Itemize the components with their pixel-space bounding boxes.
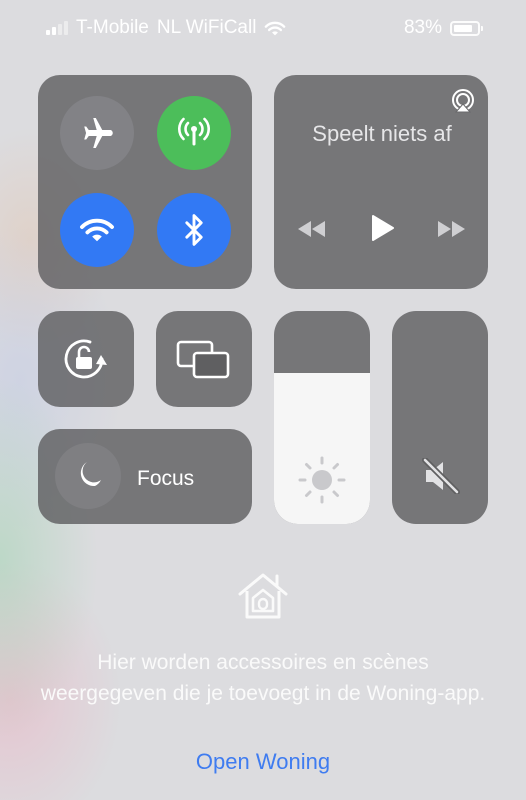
sun-icon	[298, 456, 346, 504]
wifi-status-icon	[265, 21, 286, 35]
home-icon	[238, 573, 288, 619]
wifi-icon	[80, 218, 114, 242]
carrier-name: T-Mobile	[76, 17, 149, 38]
speaker-muted-icon	[422, 458, 460, 494]
focus-label: Focus	[137, 467, 195, 490]
focus-icon-circle	[55, 443, 121, 509]
cellular-signal-icon	[46, 21, 68, 35]
battery-percent: 83%	[403, 17, 442, 38]
rotation-lock-icon	[64, 339, 107, 379]
airplane-mode-button[interactable]	[60, 96, 134, 170]
screen-mirroring-button[interactable]	[156, 311, 252, 407]
orientation-lock-button[interactable]	[38, 311, 134, 407]
bluetooth-button[interactable]	[157, 193, 231, 267]
airplane-icon	[84, 118, 113, 148]
brightness-slider[interactable]	[274, 311, 370, 524]
airplay-icon[interactable]	[450, 88, 476, 114]
battery-icon	[450, 20, 483, 36]
now-playing-status: Speelt niets af	[312, 121, 452, 146]
home-empty-message: Hier worden accessoires en scènes weerge…	[40, 651, 486, 705]
battery-fill	[454, 24, 472, 32]
network-name: NL WiFiCall	[156, 17, 257, 38]
screen-mirroring-icon	[176, 340, 230, 379]
status-right: 83%	[403, 17, 483, 39]
bluetooth-icon	[185, 214, 203, 246]
rewind-icon[interactable]	[296, 220, 328, 238]
antenna-icon	[178, 117, 210, 146]
fast-forward-icon[interactable]	[435, 220, 467, 238]
status-bar: T-Mobile NL WiFiCall 83%	[0, 0, 526, 56]
cellular-data-button[interactable]	[157, 96, 231, 170]
open-home-link[interactable]: Open Woning	[140, 749, 386, 775]
wifi-button[interactable]	[60, 193, 134, 267]
moon-icon	[80, 462, 101, 487]
play-icon[interactable]	[370, 214, 396, 242]
volume-slider[interactable]	[392, 311, 488, 524]
status-left: T-Mobile NL WiFiCall	[46, 17, 286, 39]
